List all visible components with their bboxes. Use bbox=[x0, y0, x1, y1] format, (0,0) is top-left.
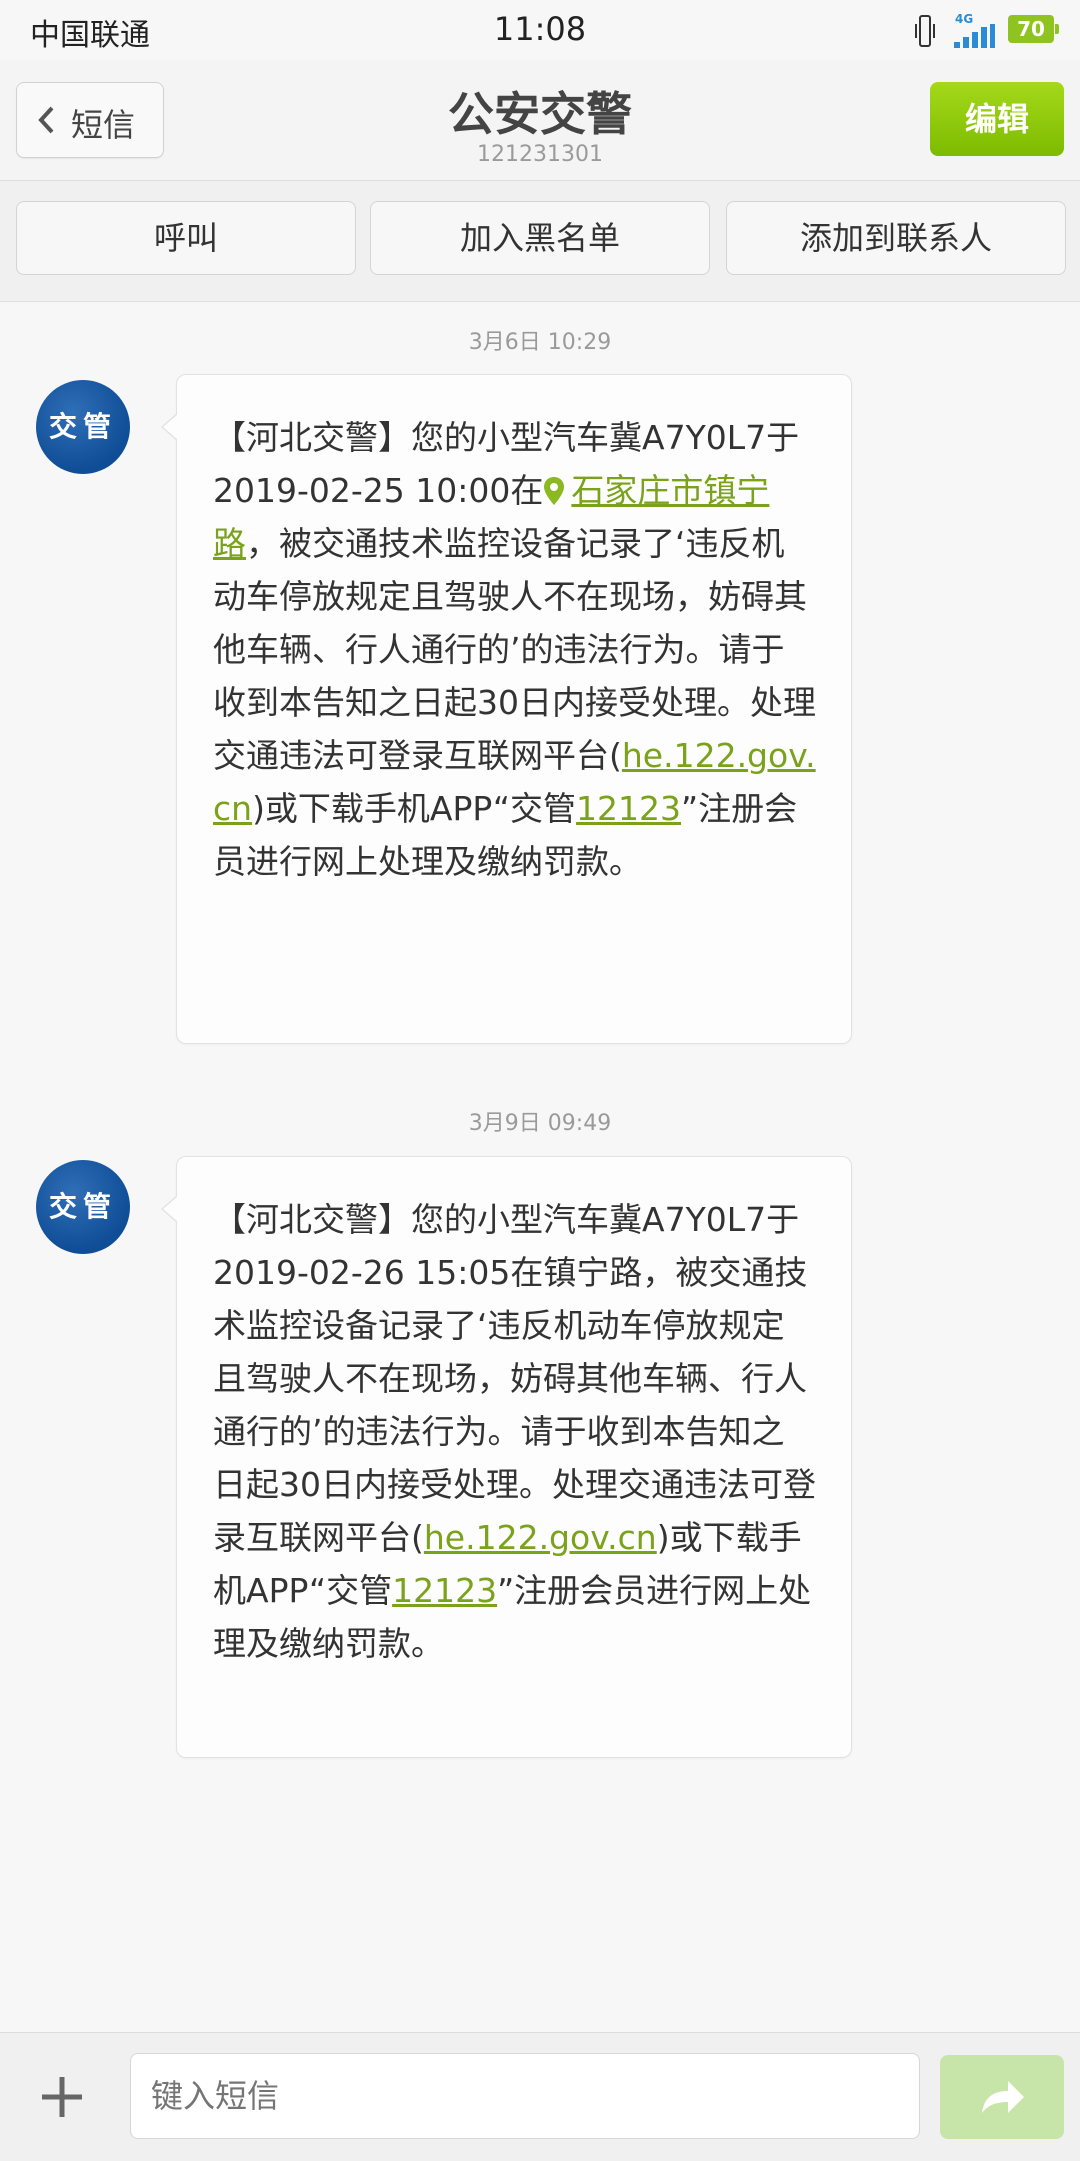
bubble-tail bbox=[161, 413, 178, 441]
blacklist-button[interactable]: 加入黑名单 bbox=[370, 201, 710, 275]
contact-number: 121231301 bbox=[477, 142, 603, 167]
location-pin-icon bbox=[544, 477, 565, 505]
message-text-segment: )或下载手机APP“交管 bbox=[252, 789, 577, 828]
edit-button[interactable]: 编辑 bbox=[930, 82, 1064, 156]
call-button[interactable]: 呼叫 bbox=[16, 201, 356, 275]
message-text: 【河北交警】您的小型汽车冀A7Y0L7于2019-02-26 15:05在镇宁路… bbox=[213, 1193, 817, 1670]
vibrate-icon bbox=[915, 15, 935, 47]
bubble-tail bbox=[161, 1195, 178, 1223]
add-contact-button[interactable]: 添加到联系人 bbox=[726, 201, 1066, 275]
contact-name: 公安交警 bbox=[448, 87, 632, 141]
message-timestamp: 3月9日 09:49 bbox=[468, 1111, 612, 1136]
conversation-header: 短信 公安交警 121231301 编辑 bbox=[0, 60, 1080, 181]
message-text-segment: 【河北交警】您的小型汽车冀A7Y0L7于2019-02-26 15:05在镇宁路… bbox=[213, 1200, 816, 1557]
signal-icon bbox=[954, 24, 995, 48]
website-link[interactable]: he.122.gov.cn bbox=[424, 1518, 657, 1557]
status-bar: 中国联通 11:08 4G 70 bbox=[0, 0, 1080, 60]
message-bubble[interactable]: 【河北交警】您的小型汽车冀A7Y0L7于2019-02-25 10:00在 石家庄… bbox=[161, 374, 852, 1044]
avatar[interactable]: 交管 bbox=[36, 380, 130, 474]
message-bubble[interactable]: 【河北交警】您的小型汽车冀A7Y0L7于2019-02-26 15:05在镇宁路… bbox=[161, 1156, 852, 1758]
message-timestamp: 3月6日 10:29 bbox=[468, 330, 612, 355]
battery-icon: 70 bbox=[1008, 15, 1059, 43]
message-text: 【河北交警】您的小型汽车冀A7Y0L7于2019-02-25 10:00在 石家庄… bbox=[213, 411, 817, 888]
number-link[interactable]: 12123 bbox=[576, 789, 681, 828]
plus-icon[interactable] bbox=[38, 2073, 86, 2121]
composer-bar bbox=[0, 2032, 1080, 2161]
number-link[interactable]: 12123 bbox=[392, 1571, 497, 1610]
contact-actions: 呼叫 加入黑名单 添加到联系人 bbox=[0, 181, 1080, 302]
avatar[interactable]: 交管 bbox=[36, 1160, 130, 1254]
send-arrow-icon bbox=[982, 2081, 1024, 2113]
message-input[interactable] bbox=[130, 2053, 920, 2139]
send-button[interactable] bbox=[940, 2055, 1064, 2139]
